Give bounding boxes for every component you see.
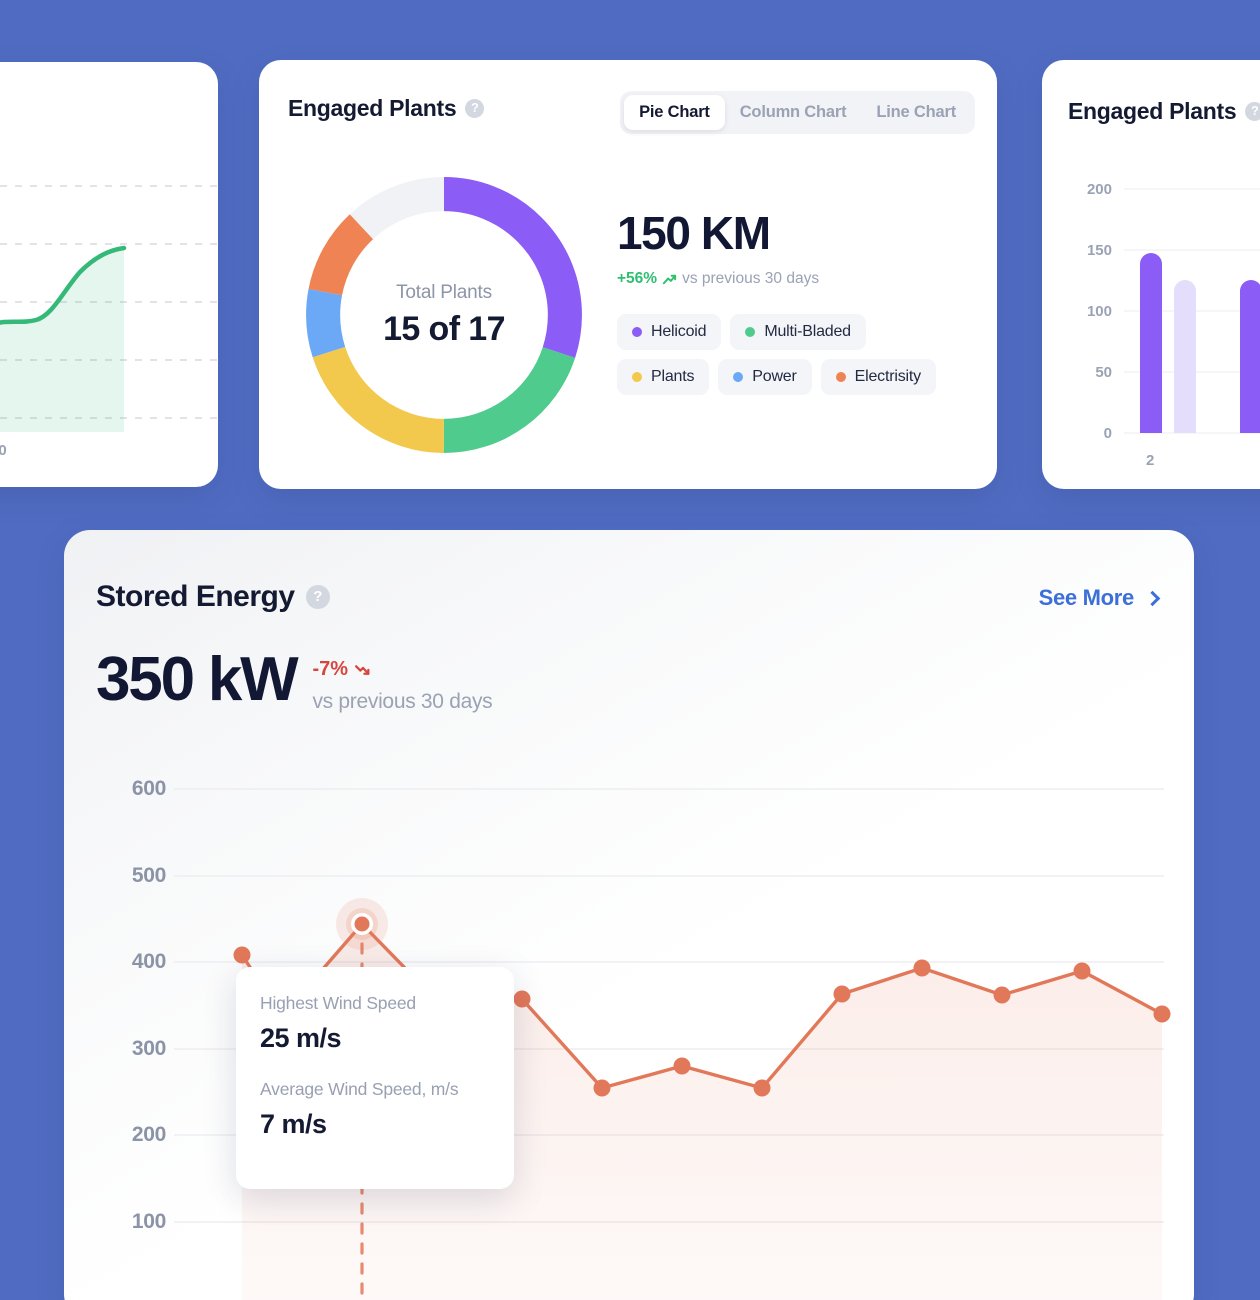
legend-label: Plants xyxy=(651,368,694,386)
bar-actual-2[interactable] xyxy=(1240,280,1260,433)
stored-energy-value: 350 kW xyxy=(96,648,296,711)
legend-label: Helicoid xyxy=(651,323,706,341)
y-tick-0: 0 xyxy=(1104,425,1112,442)
help-icon[interactable]: ? xyxy=(306,585,330,609)
data-point[interactable] xyxy=(514,991,531,1008)
right-card-title: Engaged Plants ? xyxy=(1068,98,1260,125)
y-tick-200: 200 xyxy=(1087,181,1112,198)
y-tick-150: 150 xyxy=(1087,242,1112,259)
center-card-title-text: Engaged Plants xyxy=(288,95,456,122)
data-point[interactable] xyxy=(674,1058,691,1075)
help-icon[interactable]: ? xyxy=(1245,102,1260,121)
tab-column-chart[interactable]: Column Chart xyxy=(725,95,862,130)
data-point[interactable] xyxy=(914,960,931,977)
stored-energy-title-text: Stored Energy xyxy=(96,580,295,614)
help-icon[interactable]: ? xyxy=(465,99,484,118)
tooltip-value-average: 7 m/s xyxy=(260,1109,490,1140)
legend-item-plants[interactable]: Plants xyxy=(617,359,709,395)
tooltip-label-average: Average Wind Speed, m/s xyxy=(260,1079,490,1100)
see-more-link[interactable]: See More xyxy=(1039,585,1158,611)
trend-up-icon xyxy=(662,272,677,287)
legend-item-multi-bladed[interactable]: Multi-Bladed xyxy=(730,314,866,350)
trend-down-icon xyxy=(354,661,371,678)
tab-pie-chart[interactable]: Pie Chart xyxy=(624,95,725,130)
stored-energy-metric-row: 350 kW -7% vs previous 30 days xyxy=(96,648,492,714)
center-card-stats: 150 KM +56% vs previous 30 days Helicoid… xyxy=(617,210,977,395)
bar-group xyxy=(1140,224,1260,433)
center-delta-row: +56% vs previous 30 days xyxy=(617,270,977,288)
left-chart-x-labels: 16 18 20 xyxy=(0,442,220,464)
center-card-tabs-row: Pie Chart Column Chart Line Chart xyxy=(620,91,975,134)
data-point[interactable] xyxy=(1154,1006,1171,1023)
chart-tooltip: Highest Wind Speed 25 m/s Average Wind S… xyxy=(236,967,514,1189)
tab-line-chart[interactable]: Line Chart xyxy=(861,95,971,130)
donut-chart-wrap: Total Plants 15 of 17 xyxy=(279,160,609,480)
stored-energy-card: Stored Energy ? See More 350 kW -7% vs p… xyxy=(64,530,1194,1300)
tooltip-value-highest: 25 m/s xyxy=(260,1023,490,1054)
legend-dot-icon xyxy=(836,372,846,382)
data-point[interactable] xyxy=(994,987,1011,1004)
legend-item-power[interactable]: Power xyxy=(718,359,811,395)
legend-label: Multi-Bladed xyxy=(764,323,851,341)
right-chart-x-labels: 2 4 xyxy=(1062,452,1260,474)
right-bar-chart: 200 150 100 50 0 xyxy=(1062,165,1260,455)
bar-forecast-1[interactable] xyxy=(1174,280,1196,433)
legend-item-helicoid[interactable]: Helicoid xyxy=(617,314,721,350)
left-area-chart xyxy=(0,172,220,432)
page-title: Stored Energy ? xyxy=(96,580,330,614)
y-tick-50: 50 xyxy=(1095,364,1112,381)
legend-dot-icon xyxy=(632,327,642,337)
stored-energy-delta: -7% xyxy=(312,658,492,681)
data-point[interactable] xyxy=(834,986,851,1003)
left-card-tabs-row: Column Chart Line Chart xyxy=(0,92,205,132)
legend-label: Power xyxy=(752,368,796,386)
engaged-plants-bar-card: Engaged Plants ? 200 150 100 50 0 xyxy=(1042,60,1260,489)
bar-actual-1[interactable] xyxy=(1140,253,1162,433)
legend-dot-icon xyxy=(733,372,743,382)
data-point[interactable] xyxy=(754,1080,771,1097)
stored-energy-delta-note: vs previous 30 days xyxy=(312,690,492,714)
line-chart-card: Column Chart Line Chart 16 18 20 xyxy=(0,62,218,487)
center-metric-value: 150 KM xyxy=(617,210,977,256)
center-delta-note: vs previous 30 days xyxy=(682,270,819,288)
chevron-right-icon xyxy=(1145,590,1161,606)
legend-label: Electrisity xyxy=(855,368,921,386)
right-card-title-text: Engaged Plants xyxy=(1068,98,1236,125)
donut-chart xyxy=(279,160,609,470)
dashboard-stage: Column Chart Line Chart 16 18 20 Engaged… xyxy=(0,0,1260,1300)
stored-energy-area-chart xyxy=(64,755,1194,1300)
y-tick-100: 100 xyxy=(1087,303,1112,320)
legend-dot-icon xyxy=(745,327,755,337)
stored-energy-delta-value: -7% xyxy=(312,658,348,681)
chart-type-tabs[interactable]: Pie Chart Column Chart Line Chart xyxy=(620,91,975,134)
see-more-label: See More xyxy=(1039,585,1134,611)
data-point[interactable] xyxy=(1074,963,1091,980)
center-card-title: Engaged Plants ? xyxy=(288,95,484,122)
x-tick-20: 20 xyxy=(0,442,7,459)
pie-legend: Helicoid Multi-Bladed Plants Power Elect… xyxy=(617,314,962,395)
data-point[interactable] xyxy=(594,1080,611,1097)
tooltip-label-highest: Highest Wind Speed xyxy=(260,993,490,1014)
highlighted-data-point[interactable] xyxy=(336,898,388,950)
legend-item-electrisity[interactable]: Electrisity xyxy=(821,359,936,395)
legend-dot-icon xyxy=(632,372,642,382)
engaged-plants-pie-card: Engaged Plants ? Pie Chart Column Chart … xyxy=(259,60,997,489)
x-tick-2: 2 xyxy=(1146,452,1154,469)
data-point[interactable] xyxy=(234,947,251,964)
stored-energy-delta-block: -7% vs previous 30 days xyxy=(312,658,492,714)
center-delta-value: +56% xyxy=(617,270,657,288)
